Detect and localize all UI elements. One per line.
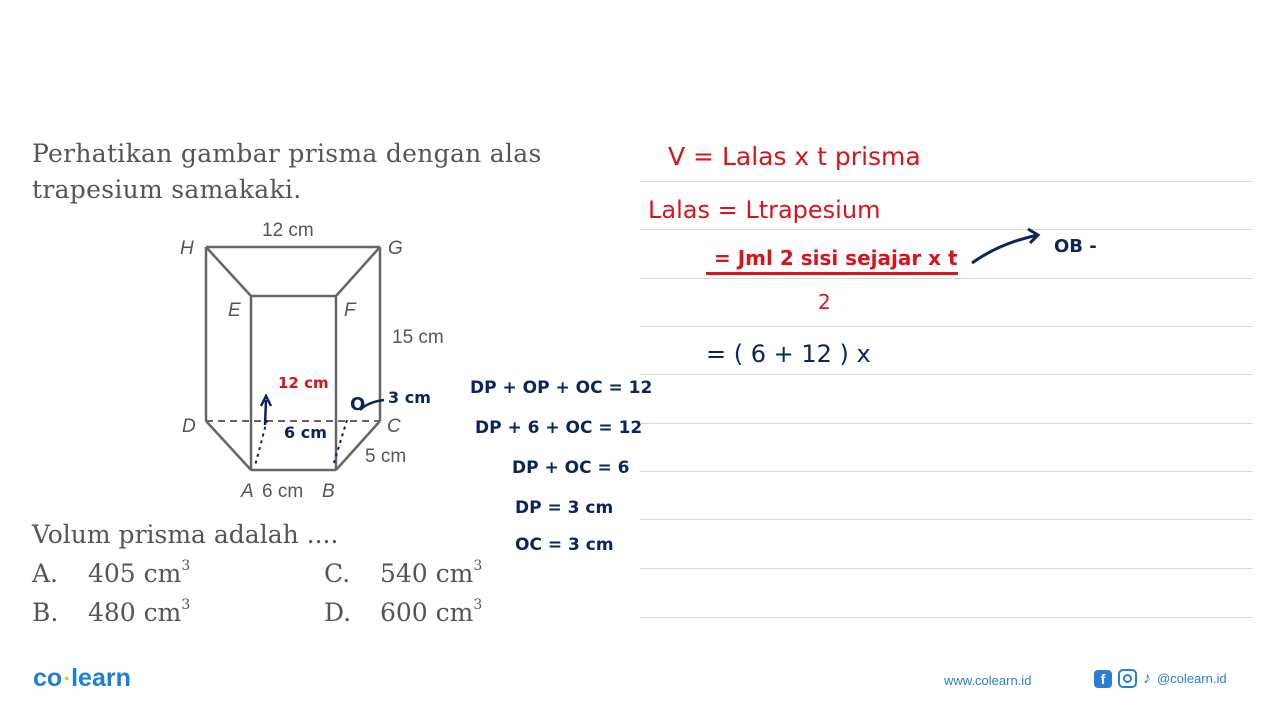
label-top-dim: 12 cm — [262, 220, 314, 241]
height-line-left — [254, 419, 268, 467]
note-trapezoid-numerator: = Jml 2 sisi sejajar x t — [706, 246, 958, 275]
annot-blue-6cm: 6 cm — [284, 423, 327, 442]
option-a[interactable]: A. 405 cm3 — [32, 558, 190, 588]
side-work-5: OC = 3 cm — [515, 535, 614, 555]
arrow-right-icon — [971, 227, 1041, 265]
question-prompt: Volum prisma adalah .... — [32, 520, 339, 549]
website-link[interactable]: www.colearn.id — [944, 673, 1031, 688]
option-c-key: C. — [324, 559, 351, 588]
annot-o-3cm: 3 cm — [388, 388, 431, 407]
option-d-key: D. — [324, 598, 352, 627]
vertex-e: E — [228, 300, 241, 321]
facebook-icon[interactable]: f — [1094, 669, 1112, 688]
ruled-line — [640, 374, 1252, 375]
social-handle[interactable]: @colearn.id — [1157, 671, 1227, 686]
vertex-a: A — [240, 481, 254, 502]
social-links: f ♪ @colearn.id — [1094, 669, 1227, 688]
edge-gf — [335, 246, 381, 297]
logo-left: co — [33, 664, 63, 692]
note-substitution: = ( 6 + 12 ) x — [706, 340, 871, 368]
instagram-icon[interactable] — [1118, 669, 1137, 688]
vertex-b: B — [322, 481, 335, 502]
tiktok-icon[interactable]: ♪ — [1143, 670, 1151, 688]
vertex-f: F — [344, 300, 357, 321]
colearn-logo: co •learn — [33, 664, 131, 693]
ruled-line — [640, 423, 1252, 424]
vertex-d: D — [182, 416, 196, 437]
note-trapezoid-denominator: 2 — [818, 290, 831, 314]
vertex-c: C — [387, 416, 401, 437]
annot-point-o: O — [350, 394, 365, 415]
label-height-dim: 15 cm — [392, 327, 444, 348]
side-work-2: DP + 6 + OC = 12 — [475, 418, 643, 438]
logo-right: learn — [71, 664, 131, 692]
option-a-value: 405 cm — [88, 559, 182, 588]
option-d[interactable]: D. 600 cm3 — [324, 597, 482, 627]
option-b-key: B. — [32, 598, 59, 627]
option-b-exp: 3 — [181, 597, 191, 613]
option-d-exp: 3 — [473, 597, 483, 613]
option-d-value: 600 cm — [380, 598, 474, 627]
ruled-line — [640, 471, 1252, 472]
note-base-area: Lalas = Ltrapesium — [648, 196, 881, 224]
option-b[interactable]: B. 480 cm3 — [32, 597, 190, 627]
side-work-1: DP + OP + OC = 12 — [470, 378, 653, 398]
option-b-value: 480 cm — [88, 598, 182, 627]
option-c[interactable]: C. 540 cm3 — [324, 558, 482, 588]
option-a-key: A. — [32, 559, 59, 588]
edge-he — [205, 246, 252, 297]
ruled-line — [640, 568, 1252, 569]
note-volume-formula: V = Lalas x t prisma — [668, 142, 921, 171]
annot-red-12cm: 12 cm — [278, 374, 329, 392]
ruled-line — [640, 519, 1252, 520]
note-arrow-target: OB - — [1054, 236, 1097, 257]
edge-da — [205, 420, 252, 471]
side-work-4: DP = 3 cm — [515, 498, 614, 518]
ruled-line — [640, 617, 1252, 618]
side-work-3: DP + OC = 6 — [512, 458, 630, 478]
option-c-exp: 3 — [473, 558, 483, 574]
ruled-line — [640, 181, 1252, 182]
vertex-h: H — [180, 238, 194, 259]
label-bottom-dim: 6 cm — [262, 481, 303, 502]
ruled-line — [640, 326, 1252, 327]
label-side-dim: 5 cm — [365, 446, 406, 467]
ruled-line — [640, 229, 1252, 230]
option-a-exp: 3 — [181, 558, 191, 574]
option-c-value: 540 cm — [380, 559, 474, 588]
ruled-line — [640, 278, 1252, 279]
vertex-g: G — [388, 238, 403, 259]
logo-dot-icon: • — [64, 670, 70, 686]
